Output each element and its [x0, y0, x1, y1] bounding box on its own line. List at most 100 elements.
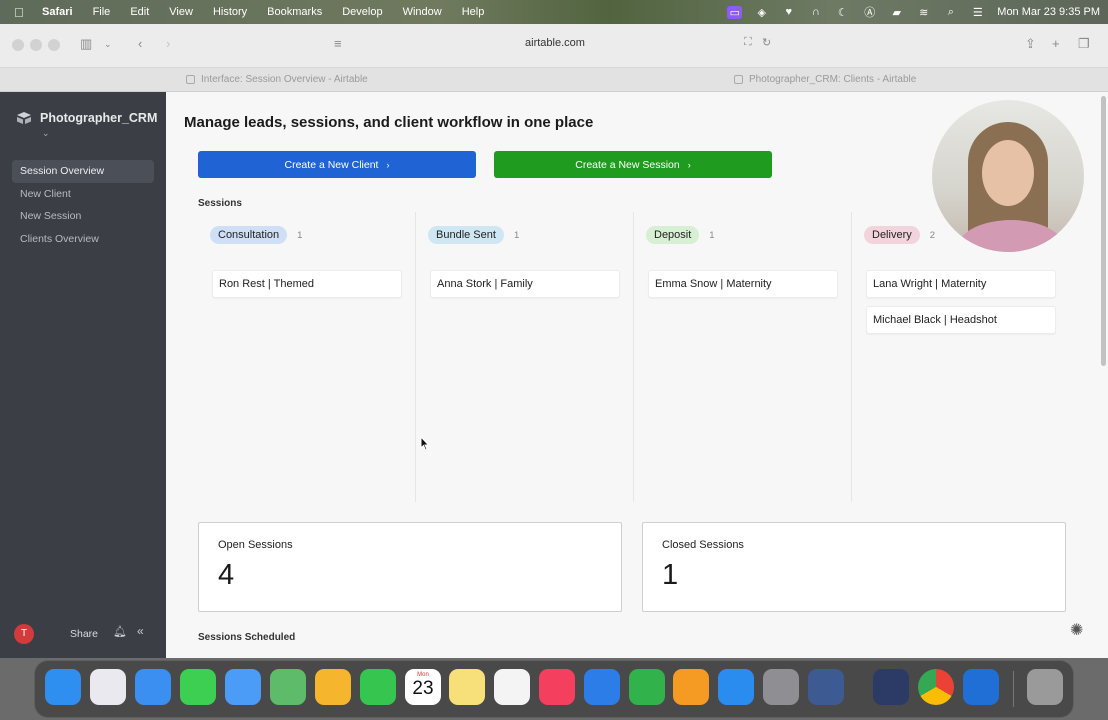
- chevron-down-icon[interactable]: ⌄: [104, 39, 112, 50]
- finder-icon[interactable]: [45, 669, 81, 705]
- translate-icon[interactable]: ⛶: [744, 36, 752, 49]
- music-icon[interactable]: [539, 669, 575, 705]
- finder-utility-icon[interactable]: [808, 669, 844, 705]
- browser-toolbar: ▥ ⌄ ‹ › ≡ airtable.com ⛶ ↻ ⇪ + ❐: [0, 24, 1108, 68]
- menu-bookmarks[interactable]: Bookmarks: [267, 6, 322, 18]
- avatar[interactable]: T: [14, 624, 34, 644]
- create-new-session-button[interactable]: Create a New Session ›: [494, 151, 772, 178]
- heart-app-icon[interactable]: ♥: [781, 6, 796, 19]
- status-badge: Deposit: [646, 226, 700, 244]
- sessions-scheduled-label: Sessions Scheduled: [198, 632, 296, 643]
- reload-icon[interactable]: ↻: [762, 36, 771, 49]
- safari-icon[interactable]: [135, 669, 171, 705]
- stat-label: Closed Sessions: [662, 539, 744, 551]
- app-store-icon[interactable]: [718, 669, 754, 705]
- share-icon[interactable]: ⇪: [1025, 36, 1036, 52]
- menu-view[interactable]: View: [169, 6, 193, 18]
- kanban-column-delivery: Delivery 2 Lana Wright | Maternity Micha…: [852, 212, 1070, 502]
- zoom-window-icon[interactable]: [48, 39, 60, 51]
- launchpad-icon[interactable]: [90, 669, 126, 705]
- dock-separator: [1013, 671, 1014, 707]
- control-center-icon[interactable]: ☰: [970, 6, 985, 19]
- address-bar[interactable]: airtable.com: [480, 37, 630, 49]
- maps-icon[interactable]: [270, 669, 306, 705]
- chevron-down-icon[interactable]: ⌄: [42, 128, 50, 139]
- system-settings-icon[interactable]: [763, 669, 799, 705]
- column-count: 2: [929, 229, 936, 241]
- messages-icon[interactable]: [180, 669, 216, 705]
- status-app-icon[interactable]: ◈: [754, 6, 769, 19]
- session-card[interactable]: Anna Stork | Family: [430, 270, 620, 298]
- kanban-column-consultation: Consultation 1 Ron Rest | Themed: [198, 212, 416, 502]
- new-tab-icon[interactable]: +: [1052, 36, 1060, 51]
- forward-icon[interactable]: ›: [166, 36, 170, 51]
- collapse-sidebar-icon[interactable]: «: [137, 624, 144, 638]
- keyboard-input-icon[interactable]: Ⓐ: [862, 6, 877, 19]
- column-header: Deposit 1: [646, 226, 715, 244]
- closed-sessions-stat: Closed Sessions 1: [642, 522, 1066, 612]
- stat-value: 4: [218, 559, 235, 591]
- page-menu-icon[interactable]: ≡: [334, 36, 342, 51]
- screen-record-icon[interactable]: ▭: [727, 5, 743, 19]
- tab-session-overview[interactable]: Interface: Session Overview - Airtable: [186, 74, 368, 85]
- trash-icon[interactable]: [1027, 669, 1063, 705]
- back-icon[interactable]: ‹: [138, 36, 142, 51]
- snowflake-app-icon[interactable]: [963, 669, 999, 705]
- moon-icon[interactable]: ☾: [835, 6, 850, 19]
- tab-overview-icon[interactable]: ❐: [1078, 36, 1090, 52]
- search-icon[interactable]: ⌕: [943, 6, 958, 19]
- session-card[interactable]: Ron Rest | Themed: [212, 270, 402, 298]
- pages-icon[interactable]: [673, 669, 709, 705]
- tab-bar: Interface: Session Overview - Airtable P…: [0, 68, 1108, 92]
- facetime-icon[interactable]: [360, 669, 396, 705]
- column-count: 1: [297, 229, 303, 241]
- sidebar-item-new-session[interactable]: New Session: [12, 205, 154, 228]
- share-button[interactable]: Share: [70, 628, 98, 640]
- airtable-favicon-icon: [186, 75, 195, 84]
- menu-app-name[interactable]: Safari: [42, 6, 73, 18]
- headphones-icon[interactable]: ∩: [808, 6, 823, 19]
- kanban-column-bundle-sent: Bundle Sent 1 Anna Stork | Family: [416, 212, 634, 502]
- session-card[interactable]: Michael Black | Headshot: [866, 306, 1056, 334]
- menu-help[interactable]: Help: [462, 6, 485, 18]
- column-count: 1: [709, 229, 715, 241]
- sidebar-item-new-client[interactable]: New Client: [12, 183, 154, 206]
- numbers-icon[interactable]: [629, 669, 665, 705]
- sidebar-item-session-overview[interactable]: Session Overview: [12, 160, 154, 183]
- menu-clock[interactable]: Mon Mar 23 9:35 PM: [997, 6, 1100, 18]
- session-card[interactable]: Emma Snow | Maternity: [648, 270, 838, 298]
- keynote-icon[interactable]: [584, 669, 620, 705]
- close-window-icon[interactable]: [12, 39, 24, 51]
- session-card[interactable]: Lana Wright | Maternity: [866, 270, 1056, 298]
- menu-develop[interactable]: Develop: [342, 6, 382, 18]
- menu-edit[interactable]: Edit: [130, 6, 149, 18]
- mail-icon[interactable]: [225, 669, 261, 705]
- loading-spinner-icon: ✺: [1070, 622, 1084, 639]
- sidebar-toggle-icon[interactable]: ▥: [80, 36, 92, 52]
- menu-file[interactable]: File: [93, 6, 111, 18]
- webcam-overlay: [932, 100, 1084, 252]
- notes-icon[interactable]: [449, 669, 485, 705]
- sidebar-nav: Session Overview New Client New Session …: [12, 160, 154, 250]
- menu-window[interactable]: Window: [403, 6, 442, 18]
- column-header: Consultation 1: [210, 226, 302, 244]
- status-badge: Bundle Sent: [428, 226, 504, 244]
- sidebar-item-clients-overview[interactable]: Clients Overview: [12, 228, 154, 251]
- minimize-window-icon[interactable]: [30, 39, 42, 51]
- scrollbar[interactable]: [1101, 96, 1106, 366]
- button-label: Create a New Client: [284, 158, 379, 171]
- battery-icon[interactable]: ▰: [889, 6, 904, 19]
- status-badge: Delivery: [864, 226, 920, 244]
- create-new-client-button[interactable]: Create a New Client ›: [198, 151, 476, 178]
- calendar-icon[interactable]: Mon 23: [405, 669, 441, 705]
- tab-clients[interactable]: Photographer_CRM: Clients - Airtable: [734, 74, 916, 85]
- wifi-icon[interactable]: ≋: [916, 6, 931, 19]
- apple-icon[interactable]: : [14, 5, 30, 20]
- simulator-icon[interactable]: [873, 669, 909, 705]
- freeform-icon[interactable]: [494, 669, 530, 705]
- menu-history[interactable]: History: [213, 6, 247, 18]
- app-name[interactable]: Photographer_CRM: [40, 111, 157, 125]
- bell-icon[interactable]: 🔔︎: [113, 625, 127, 638]
- chrome-icon[interactable]: [918, 669, 954, 705]
- photos-icon[interactable]: [315, 669, 351, 705]
